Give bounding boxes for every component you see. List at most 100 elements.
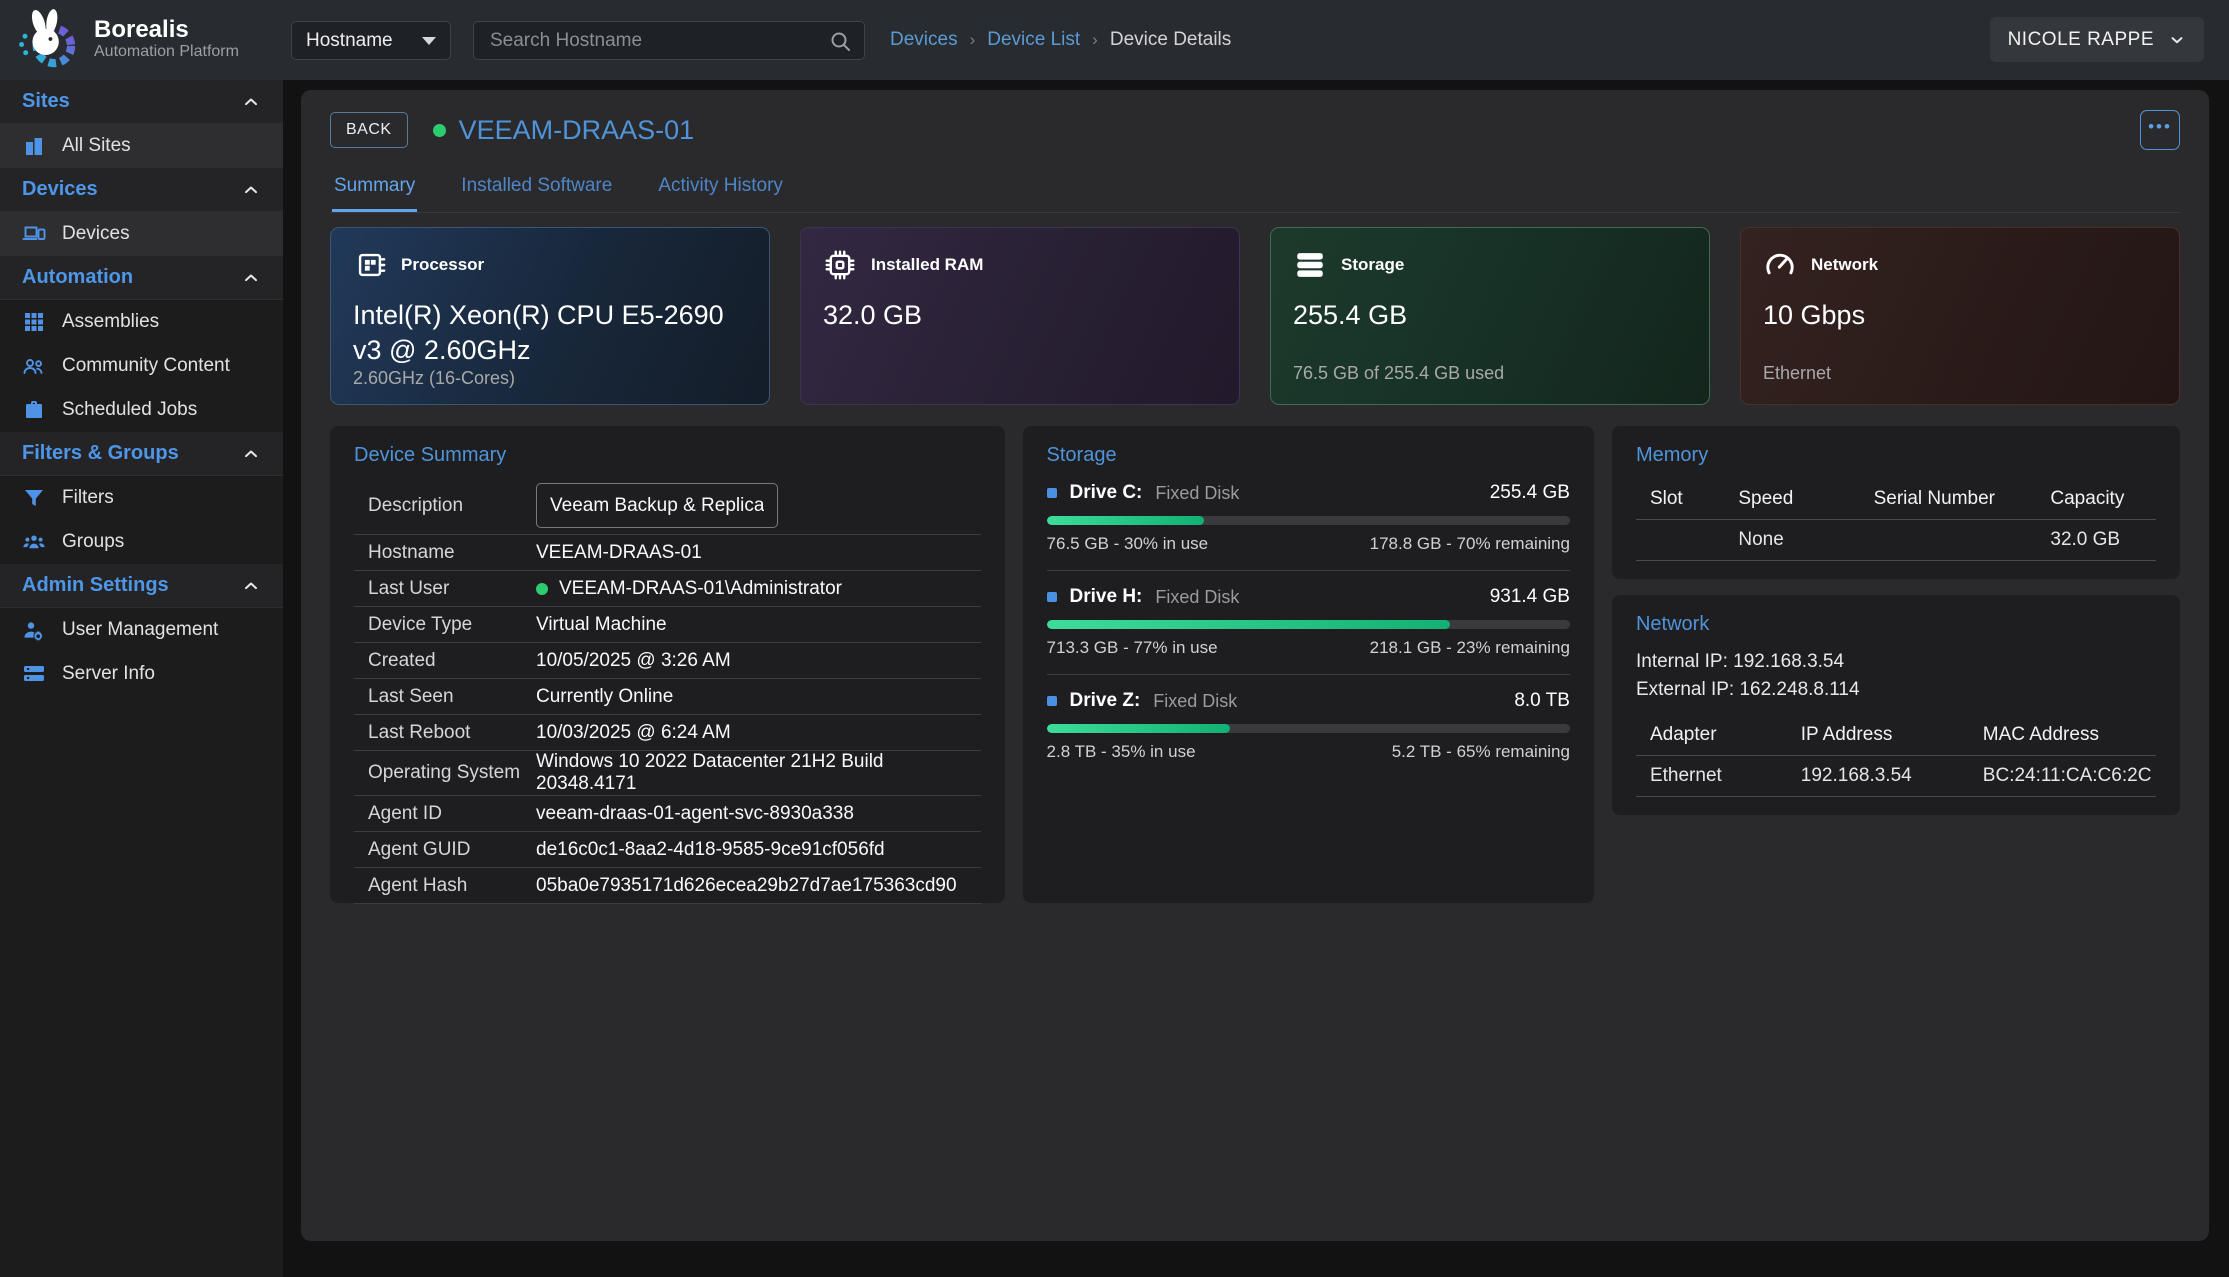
table-header-slot: Slot xyxy=(1636,479,1724,520)
device-summary-table: DescriptionHostnameVEEAM-DRAAS-01Last Us… xyxy=(354,477,981,904)
chevron-up-icon xyxy=(241,92,261,112)
panel-title: Device Summary xyxy=(354,444,981,467)
summary-row-description: Description xyxy=(354,477,981,535)
summary-row-agent-id: Agent IDveeam-draas-01-agent-svc-8930a33… xyxy=(354,796,981,832)
sidebar-item-devices[interactable]: Devices xyxy=(0,212,283,256)
user-menu-button[interactable]: NICOLE RAPPE xyxy=(1990,17,2204,62)
sidebar-item-user-management[interactable]: User Management xyxy=(0,608,283,652)
drive-stats: 713.3 GB - 77% in use 218.1 GB - 23% rema… xyxy=(1047,638,1570,658)
summary-value: 10/03/2025 @ 6:24 AM xyxy=(536,722,731,744)
summary-label: Last Seen xyxy=(368,686,536,708)
summary-row-last-user: Last UserVEEAM-DRAAS-01\Administrator xyxy=(354,571,981,607)
drive-bullet-icon xyxy=(1047,696,1057,706)
device-header: BACK VEEAM-DRAAS-01 ••• xyxy=(330,107,2180,153)
tab-installed-software[interactable]: Installed Software xyxy=(459,167,614,212)
external-ip: External IP: 162.248.8.114 xyxy=(1636,676,2156,704)
topbar: Borealis Automation Platform Hostname De… xyxy=(0,0,2229,80)
stat-sub: Ethernet xyxy=(1763,363,2157,384)
network-card: Network 10 Gbps Ethernet xyxy=(1740,227,2180,405)
sidebar-item-label: Assemblies xyxy=(62,311,159,333)
summary-value: Windows 10 2022 Datacenter 21H2 Build 20… xyxy=(536,751,981,795)
drive-size: 255.4 GB xyxy=(1490,482,1570,504)
sidebar-section-header-filters-groups[interactable]: Filters & Groups xyxy=(0,432,283,476)
drive-drive-h: Drive H:Fixed Disk931.4 GB713.3 GB - 77%… xyxy=(1047,571,1570,675)
sidebar-item-filters[interactable]: Filters xyxy=(0,476,283,520)
drive-used: 713.3 GB - 77% in use xyxy=(1047,638,1218,658)
summary-value: de16c0c1-8aa2-4d18-9585-9ce91cf056fd xyxy=(536,839,885,861)
drive-usage-bar xyxy=(1047,620,1570,629)
table-cell: Ethernet xyxy=(1636,756,1787,797)
tab-activity-history[interactable]: Activity History xyxy=(656,167,785,212)
drive-usage-fill xyxy=(1047,620,1450,629)
breadcrumb-device-list[interactable]: Device List xyxy=(987,29,1080,51)
summary-label: Last Reboot xyxy=(368,722,536,744)
drive-size: 8.0 TB xyxy=(1514,690,1570,712)
back-button[interactable]: BACK xyxy=(330,112,408,148)
sidebar-item-label: Filters xyxy=(62,487,114,509)
device-summary-panel: Device Summary DescriptionHostnameVEEAM-… xyxy=(330,426,1005,903)
tab-summary[interactable]: Summary xyxy=(332,167,417,212)
sidebar-section-header-admin-settings[interactable]: Admin Settings xyxy=(0,564,283,608)
drive-header: Drive H:Fixed Disk931.4 GB xyxy=(1047,586,1570,608)
sidebar-item-label: All Sites xyxy=(62,135,131,157)
device-details-panel: BACK VEEAM-DRAAS-01 ••• Summary Installe… xyxy=(301,90,2209,1241)
sidebar-item-groups[interactable]: Groups xyxy=(0,520,283,564)
sidebar-section-label: Filters & Groups xyxy=(22,442,179,465)
drive-header: Drive C:Fixed Disk255.4 GB xyxy=(1047,482,1570,504)
drive-remaining: 5.2 TB - 65% remaining xyxy=(1392,742,1570,762)
summary-row-last-seen: Last SeenCurrently Online xyxy=(354,679,981,715)
chevron-up-icon xyxy=(241,444,261,464)
sidebar-item-assemblies[interactable]: Assemblies xyxy=(0,300,283,344)
breadcrumb-devices[interactable]: Devices xyxy=(890,29,958,51)
online-dot xyxy=(536,583,548,595)
server-icon xyxy=(22,662,46,686)
summary-row-device-type: Device TypeVirtual Machine xyxy=(354,607,981,643)
summary-row-agent-guid: Agent GUIDde16c0c1-8aa2-4d18-9585-9ce91c… xyxy=(354,832,981,868)
panel-title: Network xyxy=(1636,613,2156,636)
table-header-serial-number: Serial Number xyxy=(1860,479,2037,520)
drive-name: Drive C: xyxy=(1070,482,1143,504)
building-icon xyxy=(22,134,46,158)
network-adapter-table: AdapterIP AddressMAC AddressEthernet192.… xyxy=(1636,715,2156,797)
search-box[interactable] xyxy=(473,21,865,60)
sidebar-item-label: Community Content xyxy=(62,355,230,377)
sidebar-item-server-info[interactable]: Server Info xyxy=(0,652,283,696)
drive-size: 931.4 GB xyxy=(1490,586,1570,608)
internal-ip: Internal IP: 192.168.3.54 xyxy=(1636,648,2156,676)
table-header-ip-address: IP Address xyxy=(1787,715,1969,756)
grid-icon xyxy=(22,310,46,334)
stat-label: Storage xyxy=(1341,255,1404,275)
description-input[interactable] xyxy=(536,483,778,528)
sidebar-item-label: Devices xyxy=(62,223,130,245)
sidebar-item-all-sites[interactable]: All Sites xyxy=(0,124,283,168)
summary-value: 10/05/2025 @ 3:26 AM xyxy=(536,650,731,672)
drive-drive-z: Drive Z:Fixed Disk8.0 TB2.8 TB - 35% in … xyxy=(1047,675,1570,778)
sidebar-section-header-devices[interactable]: Devices xyxy=(0,168,283,212)
briefcase-icon xyxy=(22,398,46,422)
drive-bullet-icon xyxy=(1047,488,1057,498)
sidebar-section-header-automation[interactable]: Automation xyxy=(0,256,283,300)
more-actions-button[interactable]: ••• xyxy=(2140,110,2180,150)
breadcrumb: Devices › Device List › Device Details xyxy=(890,0,1231,80)
summary-label: Agent Hash xyxy=(368,875,536,897)
drive-type: Fixed Disk xyxy=(1155,587,1239,608)
summary-label: Agent GUID xyxy=(368,839,536,861)
sidebar-item-scheduled-jobs[interactable]: Scheduled Jobs xyxy=(0,388,283,432)
table-header-speed: Speed xyxy=(1724,479,1859,520)
sidebar-section-header-sites[interactable]: Sites xyxy=(0,80,283,124)
sidebar-section-automation: Automation Assemblies Community Content Sch… xyxy=(0,256,283,432)
search-input[interactable] xyxy=(490,30,828,52)
sidebar-section-label: Admin Settings xyxy=(22,574,169,597)
search-field-dropdown[interactable]: Hostname xyxy=(291,21,451,60)
sidebar-item-label: User Management xyxy=(62,619,218,641)
content-area: BACK VEEAM-DRAAS-01 ••• Summary Installe… xyxy=(283,80,2229,1277)
filter-icon xyxy=(22,486,46,510)
right-column: Memory SlotSpeedSerial NumberCapacityNon… xyxy=(1612,426,2180,815)
summary-value: veeam-draas-01-agent-svc-8930a338 xyxy=(536,803,854,825)
summary-value: Virtual Machine xyxy=(536,614,667,636)
storage-card: Storage 255.4 GB 76.5 GB of 255.4 GB use… xyxy=(1270,227,1710,405)
rabbit-gear-logo xyxy=(14,6,80,72)
sidebar-item-community-content[interactable]: Community Content xyxy=(0,344,283,388)
drive-remaining: 218.1 GB - 23% remaining xyxy=(1370,638,1570,658)
breadcrumb-separator: › xyxy=(970,30,976,50)
